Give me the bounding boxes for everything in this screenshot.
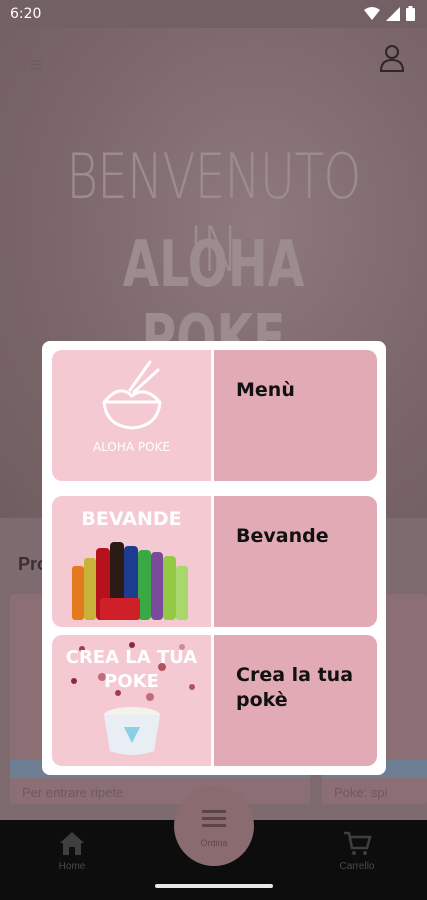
option-label-area: Crea la tua pokè xyxy=(214,635,377,766)
gesture-bar[interactable] xyxy=(155,884,273,888)
poke-cup-image xyxy=(104,707,160,755)
battery-icon xyxy=(406,6,415,21)
wifi-icon xyxy=(364,6,380,20)
option-label-area: Bevande xyxy=(214,496,377,627)
user-icon[interactable] xyxy=(379,44,405,77)
poke-bowl-icon xyxy=(102,360,162,430)
order-fab-button[interactable]: Ordina xyxy=(174,786,254,866)
crea-thumb-caption-1: CREA LA TUA xyxy=(65,647,198,668)
status-bar: 6:20 xyxy=(0,0,427,28)
menu-lines-icon xyxy=(202,810,226,827)
option-crea-poke[interactable]: CREA LA TUA POKE Crea la tua pokè xyxy=(52,635,377,766)
bevande-thumb-caption: BEVANDE xyxy=(81,508,182,530)
card-text: Per entrare ripete xyxy=(22,785,124,800)
option-bevande[interactable]: BEVANDE Bevande xyxy=(52,496,377,627)
nav-item-cart[interactable]: Carrello xyxy=(317,830,397,872)
menu-thumbnail: ALOHA POKE xyxy=(52,350,211,481)
option-label-crea-poke: Crea la tua pokè xyxy=(236,664,354,711)
home-icon xyxy=(60,832,84,855)
crea-thumb-caption-2: POKE xyxy=(104,671,159,692)
option-label-bevande: Bevande xyxy=(236,525,329,547)
fab-label: Ordina xyxy=(200,838,228,848)
category-dialog: ALOHA POKE Menù BEVANDE Bevande CREA LA … xyxy=(42,341,386,775)
hamburger-icon[interactable]: ≡ xyxy=(30,52,43,78)
nav-label-cart: Carrello xyxy=(339,861,375,872)
option-label-area: Menù xyxy=(214,350,377,481)
nav-item-home[interactable]: Home xyxy=(32,830,112,872)
option-label-menu: Menù xyxy=(236,379,295,401)
drinks-bottles-image xyxy=(72,542,188,620)
nav-label-home: Home xyxy=(58,861,86,872)
signal-icon xyxy=(386,6,400,21)
crea-poke-thumbnail: CREA LA TUA POKE xyxy=(52,635,211,766)
status-time: 6:20 xyxy=(10,6,42,22)
status-icons xyxy=(364,6,415,21)
menu-thumb-caption: ALOHA POKE xyxy=(92,440,171,454)
bevande-thumbnail: BEVANDE xyxy=(52,496,211,627)
option-menu[interactable]: ALOHA POKE Menù xyxy=(52,350,377,481)
card-text: Poke: spi xyxy=(334,785,388,800)
cart-icon xyxy=(344,831,372,855)
